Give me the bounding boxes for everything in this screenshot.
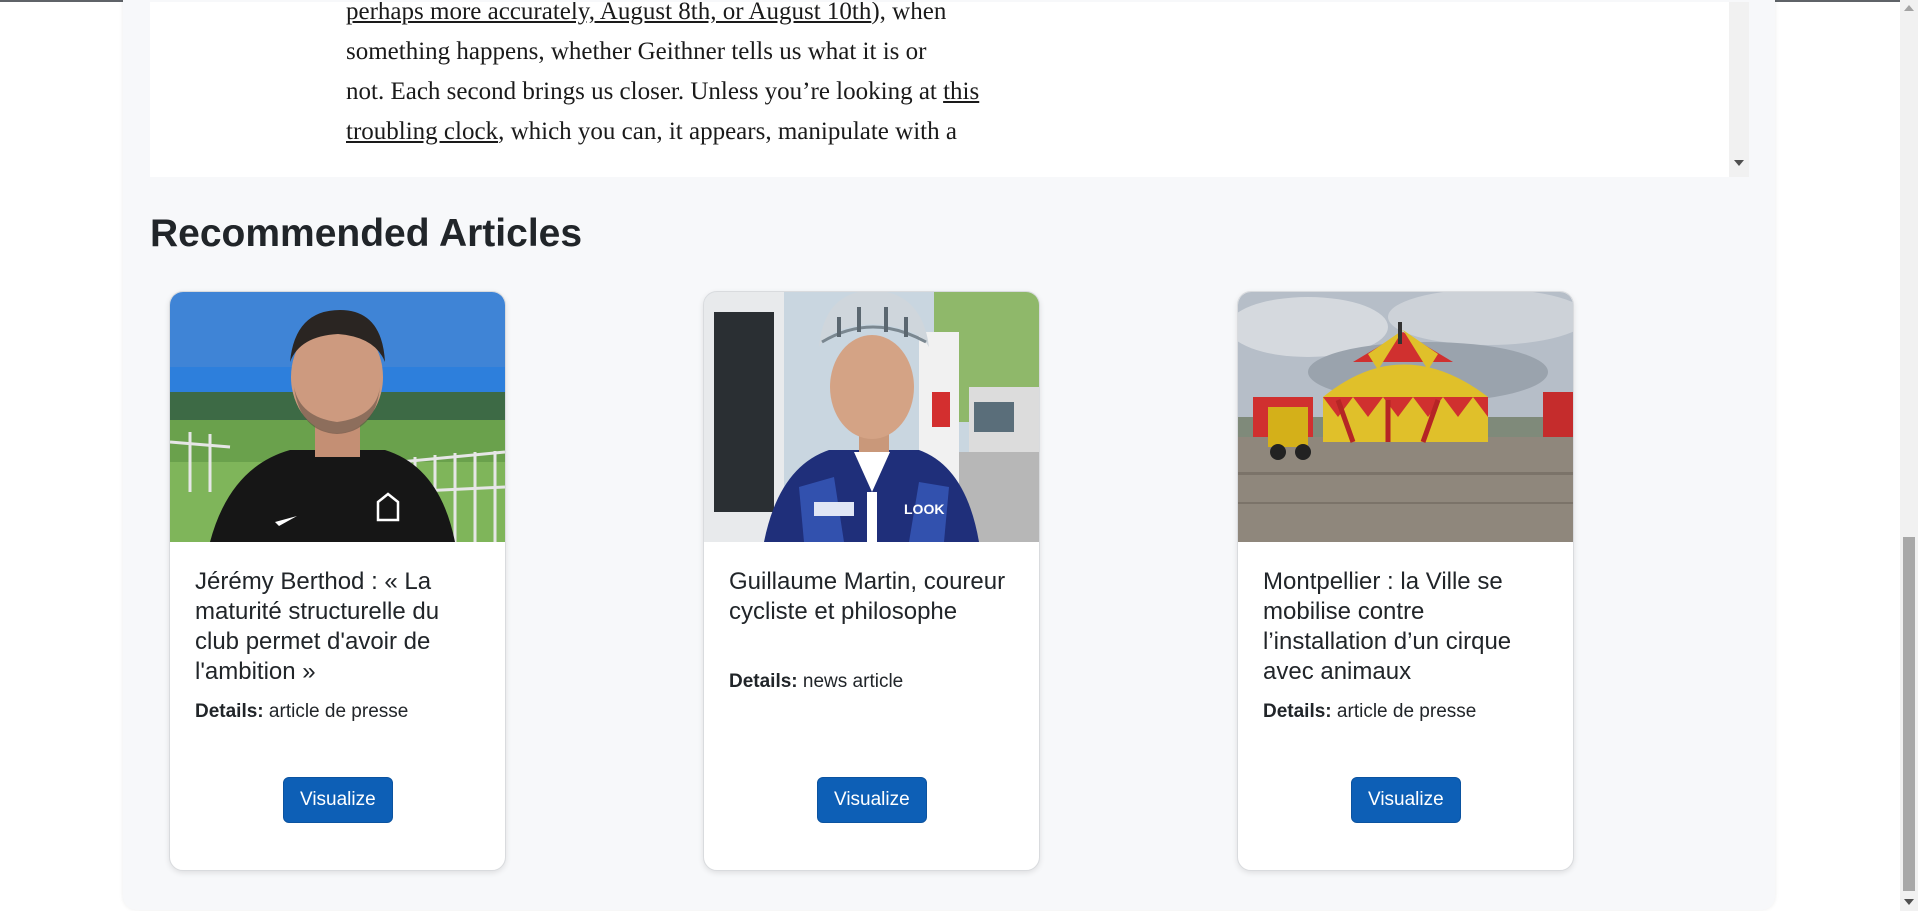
visualize-button[interactable]: Visualize bbox=[1351, 777, 1461, 823]
svg-text:LOOK: LOOK bbox=[904, 501, 944, 517]
article-card-image: LOOK bbox=[704, 292, 1039, 542]
scroll-up-arrow-icon[interactable] bbox=[1904, 5, 1914, 11]
article-link-clock[interactable]: this bbox=[943, 78, 979, 105]
scrollbar-thumb[interactable] bbox=[1903, 537, 1915, 891]
article-card: Montpellier : la Ville se mobilise contr… bbox=[1237, 291, 1574, 871]
article-card-image bbox=[1238, 292, 1573, 542]
page-scrollbar[interactable] bbox=[1900, 0, 1918, 911]
article-card-image bbox=[170, 292, 505, 542]
article-card-details: Details: news article bbox=[729, 671, 904, 692]
article-card-title: Jérémy Berthod : « La maturité structure… bbox=[195, 568, 440, 685]
visualize-button[interactable]: Visualize bbox=[283, 777, 393, 823]
article-line: not. Each second brings us closer. Unles… bbox=[346, 78, 980, 105]
article-link-dates[interactable]: perhaps more accurately, August 8th, or … bbox=[346, 2, 871, 25]
article-text: perhaps more accurately, August 8th, or … bbox=[346, 2, 1016, 152]
visualize-button[interactable]: Visualize bbox=[817, 777, 927, 823]
recommended-articles-title: Recommended Articles bbox=[150, 212, 583, 255]
article-line: perhaps more accurately, August 8th, or … bbox=[346, 2, 1016, 32]
article-frame[interactable]: perhaps more accurately, August 8th, or … bbox=[150, 2, 1749, 177]
article-line: something happens, whether Geithner tell… bbox=[346, 38, 927, 65]
article-card-title: Guillaume Martin, coureur cycliste et ph… bbox=[729, 568, 1006, 625]
article-link-clock-cont[interactable]: troubling clock bbox=[346, 118, 498, 145]
article-card: Jérémy Berthod : « La maturité structure… bbox=[169, 291, 506, 871]
article-card: LOOK Guillaume Martin, coureur cycliste … bbox=[703, 291, 1040, 871]
article-card-details: Details: article de presse bbox=[195, 701, 409, 722]
article-line: troubling clock, which you can, it appea… bbox=[346, 118, 957, 145]
article-card-title: Montpellier : la Ville se mobilise contr… bbox=[1263, 568, 1512, 685]
article-scrollbar[interactable] bbox=[1729, 2, 1749, 177]
article-card-details: Details: article de presse bbox=[1263, 701, 1477, 722]
scroll-down-arrow-icon[interactable] bbox=[1734, 160, 1744, 166]
scroll-down-arrow-icon[interactable] bbox=[1904, 899, 1914, 905]
